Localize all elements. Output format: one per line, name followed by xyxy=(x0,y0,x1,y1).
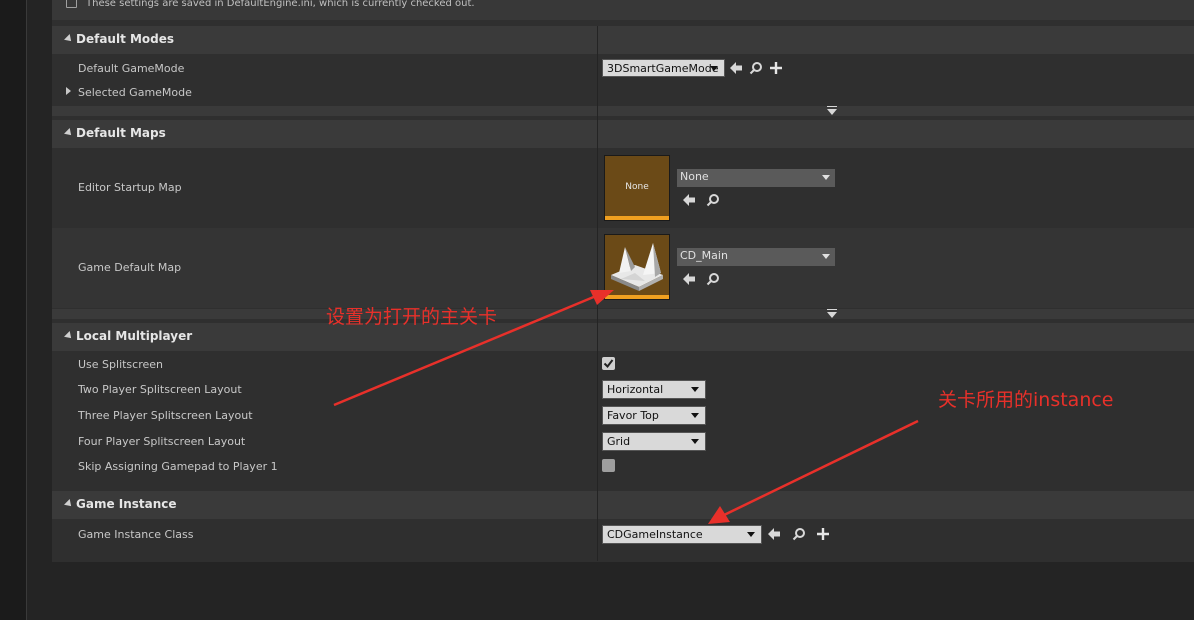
instance-annotation-text: 关卡所用的instance xyxy=(938,389,1114,411)
annotation-arrows xyxy=(333,290,919,524)
map-annotation-text: 设置为打开的主关卡 xyxy=(326,306,498,328)
